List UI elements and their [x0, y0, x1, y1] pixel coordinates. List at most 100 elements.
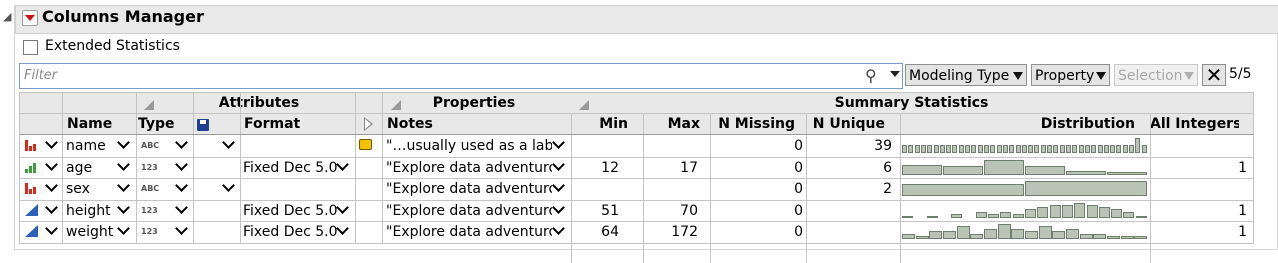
row-n-missing: 0	[794, 138, 803, 154]
column-divider	[62, 93, 63, 243]
selection-button[interactable]: Selection	[1114, 64, 1198, 86]
table-row[interactable]: name ABC "…usually used as a label 0 39	[20, 135, 1253, 157]
distribution-bar	[1041, 145, 1046, 153]
attributes-group-header: Attributes	[218, 95, 300, 111]
distribution-bar	[1047, 145, 1052, 153]
distribution-bar	[902, 164, 942, 175]
distribution-bar	[1107, 171, 1147, 175]
row-max: 70	[680, 202, 698, 219]
search-icon[interactable]: ⚲	[865, 66, 877, 85]
expand-properties-icon[interactable]	[364, 117, 373, 131]
chevron-down-icon	[336, 200, 349, 214]
distribution-bar	[1066, 229, 1079, 239]
distribution-bar	[1052, 231, 1065, 239]
ordinal-bar-shape	[33, 162, 36, 173]
row-notes[interactable]: "…usually used as a label	[386, 138, 552, 154]
col-header-n-unique[interactable]: N Unique	[806, 116, 885, 132]
distribution-bar	[952, 145, 957, 153]
row-name[interactable]: height	[66, 203, 126, 219]
row-notes[interactable]: "Explore data adventurou	[386, 160, 552, 176]
row-n-missing: 0	[794, 159, 803, 176]
continuous-modeling-icon[interactable]	[25, 203, 39, 216]
nominal-bar-shape	[29, 189, 32, 194]
row-format[interactable]: Fixed Dec 5.0	[243, 224, 338, 240]
distribution-bar	[1009, 145, 1014, 153]
distribution-bar	[1066, 145, 1071, 153]
distribution-bar	[984, 145, 989, 153]
ordinal-modeling-icon[interactable]	[25, 161, 39, 173]
distribution-bar	[1091, 145, 1096, 153]
col-header-name[interactable]: Name	[67, 116, 112, 132]
red-triangle-menu-icon[interactable]	[22, 10, 38, 26]
distribution-bar	[984, 159, 1024, 175]
continuous-modeling-icon[interactable]	[25, 225, 39, 237]
col-header-format[interactable]: Format	[244, 116, 300, 132]
distribution-bar	[1142, 145, 1147, 153]
distribution-bar	[1050, 204, 1061, 218]
col-header-n-missing[interactable]: N Missing	[710, 116, 795, 132]
chevron-down-icon	[45, 136, 58, 149]
row-name[interactable]: age	[66, 160, 126, 176]
col-header-type[interactable]: Type	[138, 116, 175, 132]
col-header-notes[interactable]: Notes	[387, 116, 433, 132]
col-header-min[interactable]: Min	[571, 116, 628, 132]
distribution-chart	[902, 159, 1148, 175]
table-row[interactable]: weight 123 Fixed Dec 5.0 "Explore data adve…	[20, 221, 1253, 243]
panel-title: Columns Manager	[42, 7, 204, 26]
distribution-bar	[943, 165, 983, 175]
col-header-max[interactable]: Max	[643, 116, 700, 132]
nominal-bar-shape	[29, 146, 32, 151]
distribution-bar	[943, 231, 956, 239]
table-row[interactable]: age 123 Fixed Dec 5.0 "Explore data adventu…	[20, 156, 1253, 179]
modeling-type-button[interactable]: Modeling Type	[905, 64, 1027, 86]
nominal-modeling-icon[interactable]	[25, 182, 39, 194]
column-divider	[571, 113, 572, 263]
row-format[interactable]: Fixed Dec 5.0	[243, 160, 338, 176]
row-notes[interactable]: "Explore data adventurou	[386, 203, 552, 219]
distribution-bar	[902, 234, 915, 239]
distribution-bar	[1121, 236, 1134, 239]
distribution-bar	[916, 236, 929, 239]
header-bottom-border	[20, 134, 1253, 135]
col-header-all-integers[interactable]: All Integers	[1150, 116, 1239, 132]
summary-group-header: Summary Statistics	[834, 95, 989, 111]
filter-input[interactable]: Filter	[19, 63, 903, 89]
row-type-icon-label: ABC	[141, 141, 160, 150]
distribution-bar	[1011, 229, 1024, 239]
property-button[interactable]: Property	[1031, 64, 1110, 86]
distribution-bar	[1129, 145, 1134, 153]
row-name[interactable]: weight	[66, 224, 126, 240]
table-row[interactable]: height 123 Fixed Dec 5.0 "Explore data adve…	[20, 199, 1253, 222]
row-format[interactable]: Fixed Dec 5.0	[243, 203, 338, 219]
extended-statistics-checkbox[interactable]	[23, 40, 38, 55]
distribution-bar	[998, 224, 1011, 239]
nominal-bar-shape	[33, 187, 36, 194]
distribution-bar	[1062, 204, 1073, 218]
chevron-down-icon	[552, 179, 565, 192]
row-divider	[20, 199, 1253, 201]
distribution-bar	[1098, 145, 1103, 153]
distribution-bar	[902, 145, 907, 153]
distribution-bar	[915, 145, 920, 153]
row-name[interactable]: name	[66, 138, 126, 154]
distribution-bar	[946, 145, 951, 153]
distribution-bar	[1134, 236, 1147, 239]
distribution-bar	[1136, 215, 1147, 218]
nominal-modeling-icon[interactable]	[25, 139, 39, 151]
table-row[interactable]: sex ABC "Explore data adventurou 0 2	[20, 178, 1253, 200]
clear-filter-button[interactable]: ✕	[1202, 64, 1226, 86]
row-n-missing: 0	[794, 224, 803, 240]
row-type-icon-label: 123	[141, 162, 158, 172]
column-divider	[1150, 113, 1151, 263]
column-count: 5/5	[1229, 66, 1252, 82]
distribution-bar	[1093, 234, 1106, 239]
distribution-bar	[1000, 211, 1011, 218]
disclosure-icon[interactable]: ◢	[3, 10, 11, 23]
row-notes[interactable]: "Explore data adventurou	[386, 181, 552, 197]
row-name[interactable]: sex	[66, 181, 126, 197]
filter-options-dropdown-icon[interactable]	[890, 71, 900, 77]
column-divider	[806, 113, 807, 263]
distribution-bar	[1016, 145, 1021, 153]
col-header-distribution[interactable]: Distribution	[900, 116, 1135, 132]
row-notes[interactable]: "Explore data adventurou	[386, 224, 552, 240]
